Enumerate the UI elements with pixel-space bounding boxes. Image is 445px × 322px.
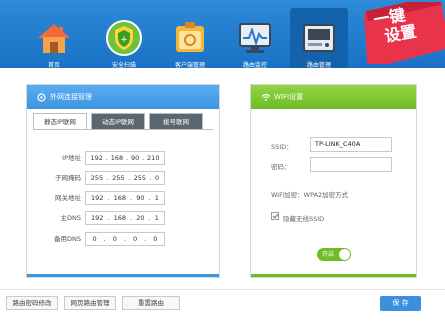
octet: 255	[112, 174, 125, 182]
tab-pppoe[interactable]: 拨号联网	[149, 113, 203, 130]
nav-security-scan-label: 安全扫描	[111, 62, 136, 69]
hide-ssid-checkbox[interactable]	[271, 212, 279, 220]
wifi-toggle-label: 开启	[322, 251, 335, 258]
octet: 192	[90, 154, 103, 162]
nav-router-management[interactable]: 路由管理	[290, 8, 348, 69]
octet: 192	[91, 214, 104, 222]
wifi-icon	[261, 93, 271, 102]
octet: 0	[133, 235, 138, 243]
wan-panel-footer-bar	[27, 274, 219, 277]
wifi-toggle[interactable]: 开启	[317, 248, 351, 261]
octet: 90	[136, 194, 145, 202]
password-label: 密码：	[271, 163, 291, 171]
octet: 210	[147, 154, 160, 162]
ip-address-input[interactable]: 192. 168. 90. 210	[85, 151, 165, 165]
nav-security-scan[interactable]: + 安全扫描	[95, 4, 153, 69]
svg-text:+: +	[120, 35, 128, 45]
octet: 0	[153, 235, 158, 243]
nav-router-management-label: 路由管理	[306, 62, 331, 69]
subnet-mask-input[interactable]: 255. 255. 255. 0	[85, 171, 165, 185]
nav-router-monitor-label: 路由监控	[242, 62, 267, 69]
wan-settings-icon	[37, 92, 46, 102]
hide-ssid-label: 隐藏无线SSID	[283, 215, 325, 223]
home-icon	[34, 18, 74, 58]
wifi-password-input[interactable]	[310, 157, 392, 172]
octet: 168	[113, 194, 127, 202]
shield-icon: +	[104, 18, 144, 58]
octet: 168	[113, 214, 127, 222]
ssid-input[interactable]: TP-LINK_C40A	[310, 137, 392, 152]
octet: 0	[112, 235, 117, 243]
wifi-panel-title: WIFI设置	[274, 93, 304, 101]
secondary-dns-input[interactable]: 0. 0. 0. 0	[85, 232, 165, 246]
octet: 255	[90, 174, 104, 182]
octet: 192	[91, 194, 104, 202]
router-icon	[299, 18, 339, 58]
monitor-icon	[235, 18, 275, 58]
web-router-management-button[interactable]: 网页路由管理	[64, 296, 116, 310]
secondary-dns-label: 备用DNS	[54, 235, 81, 243]
toggle-knob	[339, 249, 350, 260]
wan-panel-header: 外网连接管理	[27, 85, 219, 109]
client-icon	[170, 18, 210, 58]
save-button[interactable]: 保 存	[380, 296, 421, 311]
wan-panel-title: 外网连接管理	[50, 93, 92, 101]
nav-client-management-label: 客户端管理	[174, 62, 205, 69]
primary-dns-input[interactable]: 192. 168. 20. 1	[85, 211, 165, 225]
gateway-input[interactable]: 192. 168. 90. 1	[85, 191, 165, 205]
octet: 0	[92, 235, 97, 243]
octet: 168	[110, 154, 124, 162]
subnet-mask-label: 子网掩码	[55, 174, 81, 182]
octet: 1	[154, 194, 159, 202]
wifi-panel-header: WIFI设置	[251, 85, 416, 109]
ssid-label: SSID：	[271, 143, 293, 151]
reset-router-button[interactable]: 重置路由	[122, 296, 180, 310]
nav-router-monitor[interactable]: 路由监控	[226, 4, 284, 69]
octet: 0	[155, 174, 160, 182]
wifi-panel-footer-bar	[251, 274, 416, 277]
ip-address-label: IP地址	[62, 154, 81, 162]
tab-divider	[33, 129, 213, 130]
octet: 20	[136, 214, 145, 222]
footer-divider	[0, 289, 445, 290]
encryption-text: WiFi加密：WPA2加密方式	[271, 191, 349, 199]
one-click-setup-ribbon[interactable]: 一键 设置	[361, 0, 445, 70]
nav-home-label: 首页	[47, 62, 60, 69]
wan-tabs: 静态IP联网 动态IP联网 拨号联网	[33, 113, 213, 130]
octet: 90	[130, 154, 140, 162]
nav-home[interactable]: 首页	[25, 4, 83, 69]
octet: 1	[154, 214, 159, 222]
primary-dns-label: 主DNS	[60, 214, 82, 222]
wifi-settings-panel: WIFI设置 SSID： TP-LINK_C40A 密码： WiFi加密：WPA…	[250, 84, 417, 278]
tab-dynamic-ip[interactable]: 动态IP联网	[91, 113, 145, 130]
octet: 255	[133, 174, 147, 182]
gateway-label: 网关地址	[55, 194, 81, 202]
nav-client-management[interactable]: 客户端管理	[161, 4, 219, 69]
wan-connection-panel: 外网连接管理 静态IP联网 动态IP联网 拨号联网 IP地址 192. 168.…	[26, 84, 220, 278]
change-router-password-button[interactable]: 路由密码修改	[6, 296, 58, 310]
tab-static-ip[interactable]: 静态IP联网	[33, 113, 87, 130]
